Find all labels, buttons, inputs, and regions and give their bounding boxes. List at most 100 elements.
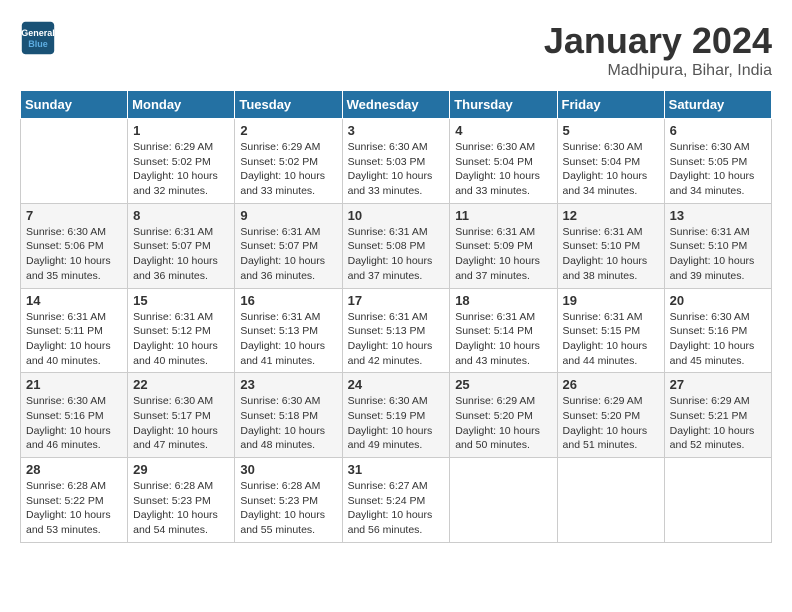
- calendar-cell: 16 Sunrise: 6:31 AMSunset: 5:13 PMDayligh…: [235, 288, 342, 373]
- calendar-cell: 18 Sunrise: 6:31 AMSunset: 5:14 PMDayligh…: [450, 288, 557, 373]
- day-info: Sunrise: 6:29 AMSunset: 5:02 PMDaylight:…: [240, 140, 336, 199]
- calendar-cell: 6 Sunrise: 6:30 AMSunset: 5:05 PMDaylight…: [664, 119, 771, 204]
- day-number: 2: [240, 123, 336, 138]
- day-number: 31: [348, 462, 445, 477]
- calendar-cell: 11 Sunrise: 6:31 AMSunset: 5:09 PMDayligh…: [450, 203, 557, 288]
- calendar-cell: 19Sunrise: 6:31 AMSunset: 5:15 PMDayligh…: [557, 288, 664, 373]
- weekday-header-tuesday: Tuesday: [235, 91, 342, 119]
- day-info: Sunrise: 6:31 AMSunset: 5:10 PMDaylight:…: [563, 225, 659, 284]
- day-info: Sunrise: 6:30 AMSunset: 5:05 PMDaylight:…: [670, 140, 766, 199]
- calendar-cell: [21, 119, 128, 204]
- day-number: 17: [348, 293, 445, 308]
- weekday-header-thursday: Thursday: [450, 91, 557, 119]
- calendar-cell: 8 Sunrise: 6:31 AMSunset: 5:07 PMDaylight…: [128, 203, 235, 288]
- day-number: 24: [348, 377, 445, 392]
- day-info: Sunrise: 6:31 AMSunset: 5:09 PMDaylight:…: [455, 225, 551, 284]
- day-number: 13: [670, 208, 766, 223]
- day-info: Sunrise: 6:28 AMSunset: 5:22 PMDaylight:…: [26, 479, 122, 538]
- weekday-header-saturday: Saturday: [664, 91, 771, 119]
- day-number: 18: [455, 293, 551, 308]
- calendar-week-3: 14 Sunrise: 6:31 AMSunset: 5:11 PMDayligh…: [21, 288, 772, 373]
- day-number: 7: [26, 208, 122, 223]
- day-info: Sunrise: 6:31 AMSunset: 5:13 PMDaylight:…: [348, 310, 445, 369]
- day-info: Sunrise: 6:28 AMSunset: 5:23 PMDaylight:…: [240, 479, 336, 538]
- calendar-cell: 29Sunrise: 6:28 AMSunset: 5:23 PMDayligh…: [128, 458, 235, 543]
- calendar-cell: 23 Sunrise: 6:30 AMSunset: 5:18 PMDayligh…: [235, 373, 342, 458]
- day-number: 12: [563, 208, 659, 223]
- day-number: 14: [26, 293, 122, 308]
- weekday-header-sunday: Sunday: [21, 91, 128, 119]
- day-number: 8: [133, 208, 229, 223]
- day-info: Sunrise: 6:30 AMSunset: 5:04 PMDaylight:…: [455, 140, 551, 199]
- logo-icon: General Blue: [20, 20, 56, 56]
- day-number: 10: [348, 208, 445, 223]
- day-info: Sunrise: 6:31 AMSunset: 5:13 PMDaylight:…: [240, 310, 336, 369]
- day-number: 6: [670, 123, 766, 138]
- month-title: January 2024: [544, 20, 772, 62]
- weekday-header-monday: Monday: [128, 91, 235, 119]
- day-info: Sunrise: 6:31 AMSunset: 5:12 PMDaylight:…: [133, 310, 229, 369]
- calendar-cell: 20Sunrise: 6:30 AMSunset: 5:16 PMDayligh…: [664, 288, 771, 373]
- day-number: 15: [133, 293, 229, 308]
- title-section: January 2024 Madhipura, Bihar, India: [544, 20, 772, 80]
- calendar-cell: 10 Sunrise: 6:31 AMSunset: 5:08 PMDayligh…: [342, 203, 450, 288]
- day-number: 20: [670, 293, 766, 308]
- day-info: Sunrise: 6:29 AMSunset: 5:02 PMDaylight:…: [133, 140, 229, 199]
- location-title: Madhipura, Bihar, India: [544, 62, 772, 80]
- day-number: 25: [455, 377, 551, 392]
- calendar-cell: 31 Sunrise: 6:27 AMSunset: 5:24 PMDayligh…: [342, 458, 450, 543]
- day-info: Sunrise: 6:31 AMSunset: 5:07 PMDaylight:…: [240, 225, 336, 284]
- header: General Blue January 2024 Madhipura, Bih…: [20, 20, 772, 80]
- day-number: 3: [348, 123, 445, 138]
- calendar-cell: 30 Sunrise: 6:28 AMSunset: 5:23 PMDayligh…: [235, 458, 342, 543]
- calendar-cell: 1 Sunrise: 6:29 AMSunset: 5:02 PMDaylight…: [128, 119, 235, 204]
- day-number: 1: [133, 123, 229, 138]
- logo: General Blue: [20, 20, 56, 56]
- day-info: Sunrise: 6:31 AMSunset: 5:11 PMDaylight:…: [26, 310, 122, 369]
- day-info: Sunrise: 6:30 AMSunset: 5:04 PMDaylight:…: [563, 140, 659, 199]
- day-info: Sunrise: 6:31 AMSunset: 5:14 PMDaylight:…: [455, 310, 551, 369]
- calendar-cell: 24 Sunrise: 6:30 AMSunset: 5:19 PMDayligh…: [342, 373, 450, 458]
- weekday-header-wednesday: Wednesday: [342, 91, 450, 119]
- calendar-cell: 15 Sunrise: 6:31 AMSunset: 5:12 PMDayligh…: [128, 288, 235, 373]
- calendar-cell: 3 Sunrise: 6:30 AMSunset: 5:03 PMDaylight…: [342, 119, 450, 204]
- day-info: Sunrise: 6:29 AMSunset: 5:21 PMDaylight:…: [670, 394, 766, 453]
- day-info: Sunrise: 6:30 AMSunset: 5:16 PMDaylight:…: [26, 394, 122, 453]
- day-info: Sunrise: 6:29 AMSunset: 5:20 PMDaylight:…: [563, 394, 659, 453]
- weekday-header-friday: Friday: [557, 91, 664, 119]
- day-number: 22: [133, 377, 229, 392]
- day-info: Sunrise: 6:30 AMSunset: 5:03 PMDaylight:…: [348, 140, 445, 199]
- day-info: Sunrise: 6:31 AMSunset: 5:07 PMDaylight:…: [133, 225, 229, 284]
- day-number: 11: [455, 208, 551, 223]
- calendar-cell: 9 Sunrise: 6:31 AMSunset: 5:07 PMDaylight…: [235, 203, 342, 288]
- calendar-week-4: 21 Sunrise: 6:30 AMSunset: 5:16 PMDayligh…: [21, 373, 772, 458]
- calendar-cell: 14 Sunrise: 6:31 AMSunset: 5:11 PMDayligh…: [21, 288, 128, 373]
- day-number: 4: [455, 123, 551, 138]
- calendar-cell: 27Sunrise: 6:29 AMSunset: 5:21 PMDayligh…: [664, 373, 771, 458]
- calendar-table: SundayMondayTuesdayWednesdayThursdayFrid…: [20, 90, 772, 543]
- calendar-cell: 7Sunrise: 6:30 AMSunset: 5:06 PMDaylight…: [21, 203, 128, 288]
- day-number: 9: [240, 208, 336, 223]
- day-info: Sunrise: 6:30 AMSunset: 5:19 PMDaylight:…: [348, 394, 445, 453]
- day-number: 16: [240, 293, 336, 308]
- calendar-cell: 5Sunrise: 6:30 AMSunset: 5:04 PMDaylight…: [557, 119, 664, 204]
- calendar-cell: 2 Sunrise: 6:29 AMSunset: 5:02 PMDaylight…: [235, 119, 342, 204]
- calendar-cell: 13Sunrise: 6:31 AMSunset: 5:10 PMDayligh…: [664, 203, 771, 288]
- day-info: Sunrise: 6:31 AMSunset: 5:08 PMDaylight:…: [348, 225, 445, 284]
- svg-text:General: General: [21, 28, 55, 38]
- calendar-cell: 21 Sunrise: 6:30 AMSunset: 5:16 PMDayligh…: [21, 373, 128, 458]
- day-info: Sunrise: 6:30 AMSunset: 5:17 PMDaylight:…: [133, 394, 229, 453]
- svg-text:Blue: Blue: [28, 39, 48, 49]
- day-info: Sunrise: 6:30 AMSunset: 5:18 PMDaylight:…: [240, 394, 336, 453]
- day-number: 30: [240, 462, 336, 477]
- day-number: 23: [240, 377, 336, 392]
- calendar-cell: [557, 458, 664, 543]
- day-number: 21: [26, 377, 122, 392]
- day-number: 28: [26, 462, 122, 477]
- calendar-cell: 17 Sunrise: 6:31 AMSunset: 5:13 PMDayligh…: [342, 288, 450, 373]
- calendar-cell: 4 Sunrise: 6:30 AMSunset: 5:04 PMDaylight…: [450, 119, 557, 204]
- day-info: Sunrise: 6:27 AMSunset: 5:24 PMDaylight:…: [348, 479, 445, 538]
- weekday-header-row: SundayMondayTuesdayWednesdayThursdayFrid…: [21, 91, 772, 119]
- calendar-cell: 12 Sunrise: 6:31 AMSunset: 5:10 PMDayligh…: [557, 203, 664, 288]
- day-info: Sunrise: 6:31 AMSunset: 5:15 PMDaylight:…: [563, 310, 659, 369]
